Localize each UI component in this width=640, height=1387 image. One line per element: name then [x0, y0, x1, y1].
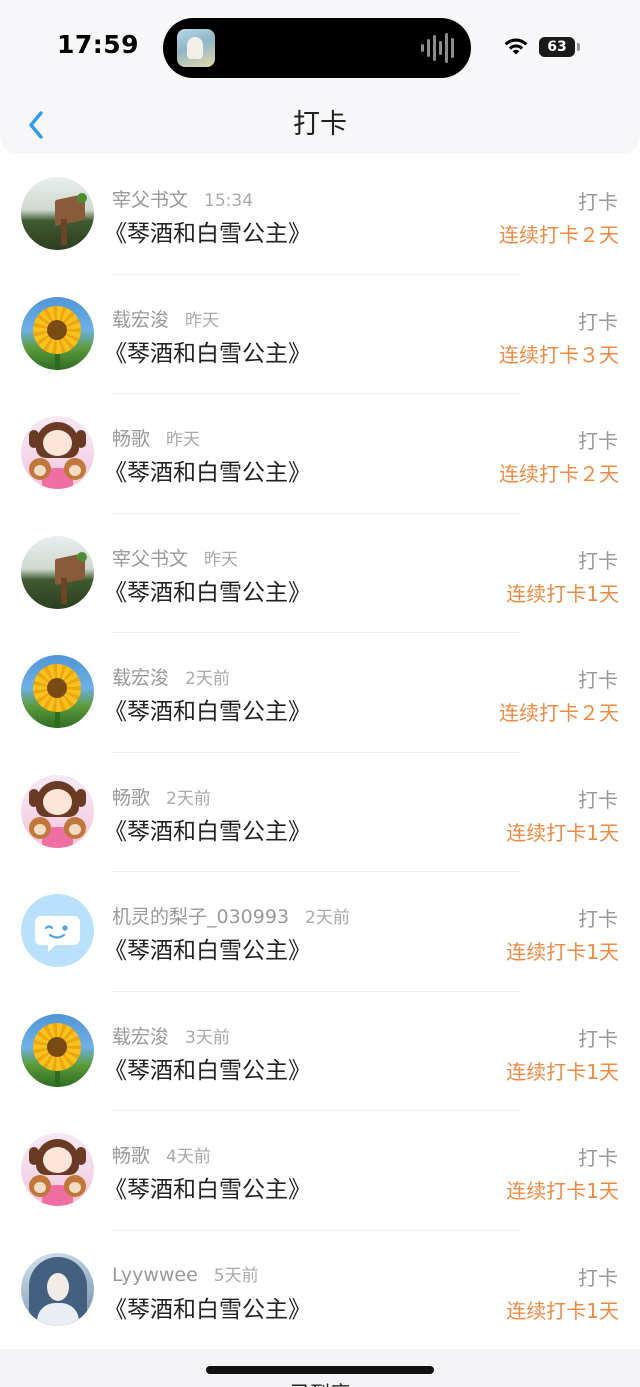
- checkin-list: 宰父书文 15:34 《琴酒和白雪公主》 打卡 连续打卡２天 载宏浚 昨天 《琴酒和白雪公主》…: [0, 155, 640, 1350]
- streak-count: 连续打卡３天: [499, 342, 619, 367]
- bench-avatar[interactable]: [21, 177, 94, 250]
- status-time: 17:59: [57, 30, 140, 59]
- list-end-label: 已到底: [0, 1377, 640, 1387]
- streak-count: 连续打卡1天: [506, 940, 619, 964]
- checkin-time: 4天前: [166, 1147, 211, 1167]
- checkin-meta: Lyywwee 5天前: [112, 1261, 259, 1286]
- streak-count: 连续打卡２天: [499, 462, 619, 486]
- sunflower-avatar[interactable]: [21, 1013, 94, 1087]
- checkin-row[interactable]: 载宏浚 2天前《琴酒和白雪公主》 打卡连续打卡２天: [0, 633, 640, 753]
- checkin-meta: 宰父书文 15:34: [112, 185, 253, 212]
- chat-bubble-avatar[interactable]: [21, 894, 94, 967]
- checkin-action-label: 打卡: [578, 429, 618, 453]
- checkin-time: 2天前: [185, 669, 230, 689]
- streak-count: 连续打卡２天: [499, 701, 619, 725]
- checkin-action-label: 打卡: [578, 309, 618, 334]
- checkin-row[interactable]: 宰父书文 15:34 《琴酒和白雪公主》 打卡连续打卡２天: [0, 155, 640, 275]
- checkin-time: 2天前: [166, 788, 211, 809]
- user-name[interactable]: 畅歌: [112, 1145, 150, 1167]
- checkin-meta: 载宏浚 3天前: [112, 1022, 230, 1049]
- user-name[interactable]: 宰父书文: [112, 548, 188, 570]
- checkin-row[interactable]: 载宏浚 昨天 《琴酒和白雪公主》 打卡 连续打卡３天: [0, 275, 640, 395]
- book-title[interactable]: 《琴酒和白雪公主》: [104, 931, 311, 965]
- checkin-row[interactable]: 载宏浚 3天前《琴酒和白雪公主》 打卡连续打卡1天: [0, 992, 640, 1112]
- user-name[interactable]: 载宏浚: [112, 1026, 169, 1048]
- book-title[interactable]: 《琴酒和白雪公主》: [104, 573, 311, 607]
- sunflower-avatar[interactable]: [21, 655, 94, 728]
- checkin-time: 3天前: [185, 1027, 230, 1048]
- checkin-action-label: 打卡: [578, 1026, 618, 1051]
- checkin-time: 15:34: [204, 191, 254, 211]
- checkin-action-label: 打卡: [578, 907, 618, 931]
- book-title[interactable]: 《琴酒和白雪公主》: [104, 1290, 311, 1324]
- book-title[interactable]: 《琴酒和白雪公主》: [104, 1051, 311, 1085]
- book-title[interactable]: 《琴酒和白雪公主》: [104, 1170, 311, 1204]
- streak-count: 连续打卡1天: [506, 1179, 619, 1203]
- audio-waveform-icon: [421, 33, 454, 63]
- checkin-meta: 机灵的梨子_030993 2天前: [112, 902, 350, 929]
- battery-cap: [577, 43, 580, 51]
- book-title[interactable]: 《琴酒和白雪公主》: [104, 812, 311, 846]
- user-name[interactable]: 畅歌: [112, 428, 150, 450]
- user-name[interactable]: 载宏浚: [112, 667, 169, 689]
- checkin-row[interactable]: 畅歌 昨天 《琴酒和白雪公主》 打卡 连续打卡２天: [0, 394, 640, 514]
- page-title: 打卡: [293, 109, 347, 140]
- checkin-action-label: 打卡: [578, 1146, 618, 1170]
- bench-avatar[interactable]: [21, 535, 94, 609]
- checkin-time: 昨天: [204, 549, 239, 570]
- checkin-time: 2天前: [305, 908, 350, 928]
- checkin-row[interactable]: 机灵的梨子_030993 2天前《琴酒和白雪公主》 打卡连续打卡1天: [0, 872, 640, 992]
- checkin-action-label: 打卡: [578, 1265, 618, 1290]
- sunflower-avatar[interactable]: [21, 296, 94, 370]
- user-name[interactable]: 机灵的梨子_030993: [112, 906, 289, 928]
- checkin-row[interactable]: Lyywwee 5天前《琴酒和白雪公主》 打卡连续打卡1天: [0, 1231, 640, 1351]
- checkin-row[interactable]: 宰父书文 昨天 《琴酒和白雪公主》 打卡 连续打卡1天: [0, 514, 640, 634]
- checkin-row[interactable]: 畅歌 4天前《琴酒和白雪公主》 打卡连续打卡1天: [0, 1111, 640, 1231]
- battery-percent: 63: [547, 39, 567, 55]
- checkin-meta: 畅歌 4天前: [112, 1141, 211, 1168]
- book-title[interactable]: 《琴酒和白雪公主》: [104, 692, 311, 726]
- checkin-action-label: 打卡: [578, 190, 618, 214]
- checkin-time: 昨天: [166, 430, 201, 450]
- checkin-action-label: 打卡: [578, 668, 618, 692]
- battery-indicator: 63: [539, 37, 575, 57]
- nav-bar: 打卡: [0, 92, 640, 154]
- streak-count: 连续打卡1天: [506, 1298, 619, 1323]
- girl-avatar[interactable]: [21, 774, 94, 848]
- checkin-meta: 畅歌 2天前: [112, 783, 211, 810]
- checkin-meta: 畅歌 昨天: [112, 424, 200, 451]
- streak-count: 连续打卡1天: [506, 820, 619, 845]
- user-name[interactable]: 宰父书文: [112, 189, 188, 211]
- status-bar: 17:59 63: [0, 0, 640, 92]
- girl-avatar[interactable]: [21, 1133, 94, 1206]
- checkin-action-label: 打卡: [578, 548, 618, 573]
- anime-avatar[interactable]: [21, 1252, 94, 1326]
- girl-avatar[interactable]: [21, 416, 94, 489]
- checkin-time: 昨天: [185, 310, 220, 331]
- user-name[interactable]: 载宏浚: [112, 309, 169, 331]
- checkin-meta: 载宏浚 2天前: [112, 663, 230, 690]
- book-title[interactable]: 《琴酒和白雪公主》: [104, 214, 311, 248]
- checkin-screen: 17:59 63 打卡 宰父书文 15:34 《琴酒和白雪公主》 打卡 连续打卡…: [0, 0, 640, 1387]
- streak-count: 连续打卡1天: [506, 581, 619, 606]
- home-indicator[interactable]: [206, 1366, 434, 1374]
- checkin-meta: 宰父书文 昨天: [112, 544, 238, 571]
- checkin-row[interactable]: 畅歌 2天前《琴酒和白雪公主》 打卡连续打卡1天: [0, 753, 640, 873]
- now-playing-artwork: [177, 29, 215, 67]
- book-title[interactable]: 《琴酒和白雪公主》: [104, 334, 311, 368]
- streak-count: 连续打卡２天: [499, 223, 619, 247]
- wifi-icon: [504, 38, 528, 55]
- user-name[interactable]: Lyywwee: [112, 1264, 198, 1286]
- checkin-meta: 载宏浚 昨天: [112, 305, 219, 332]
- checkin-time: 5天前: [213, 1265, 259, 1286]
- book-title[interactable]: 《琴酒和白雪公主》: [104, 453, 311, 487]
- streak-count: 连续打卡1天: [506, 1059, 619, 1084]
- checkin-action-label: 打卡: [578, 787, 618, 812]
- user-name[interactable]: 畅歌: [112, 787, 150, 809]
- dynamic-island[interactable]: [163, 18, 471, 78]
